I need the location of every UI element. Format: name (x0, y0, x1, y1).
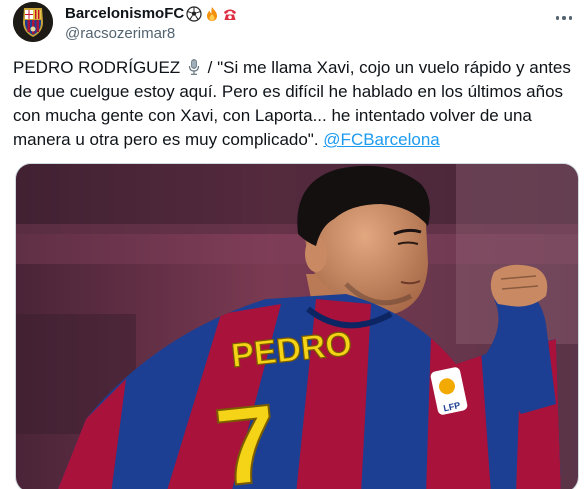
soccer-ball-icon (186, 5, 202, 22)
user-handle[interactable]: @racsozerimar8 (65, 24, 238, 44)
tweet-media-photo[interactable]: LFP PEDRO 7 (15, 163, 579, 489)
display-name-text[interactable]: BarcelonismoFC (65, 4, 184, 23)
avatar[interactable] (13, 2, 53, 42)
club-crest-icon (13, 2, 53, 42)
display-name[interactable]: BarcelonismoFC (65, 4, 238, 23)
player-photo: LFP PEDRO 7 (16, 164, 578, 489)
fire-icon (207, 6, 218, 21)
more-options-icon[interactable] (552, 8, 576, 28)
telephone-icon (224, 9, 237, 20)
tweet-text-start: PEDRO RODRÍGUEZ (13, 58, 185, 77)
tweet-header: BarcelonismoFC @racsozerimar8 (10, 2, 580, 46)
tweet-text: PEDRO RODRÍGUEZ / "Si me llama Xavi, coj… (13, 56, 577, 152)
microphone-icon (188, 59, 200, 75)
mention-link[interactable]: @FCBarcelona (323, 130, 439, 149)
